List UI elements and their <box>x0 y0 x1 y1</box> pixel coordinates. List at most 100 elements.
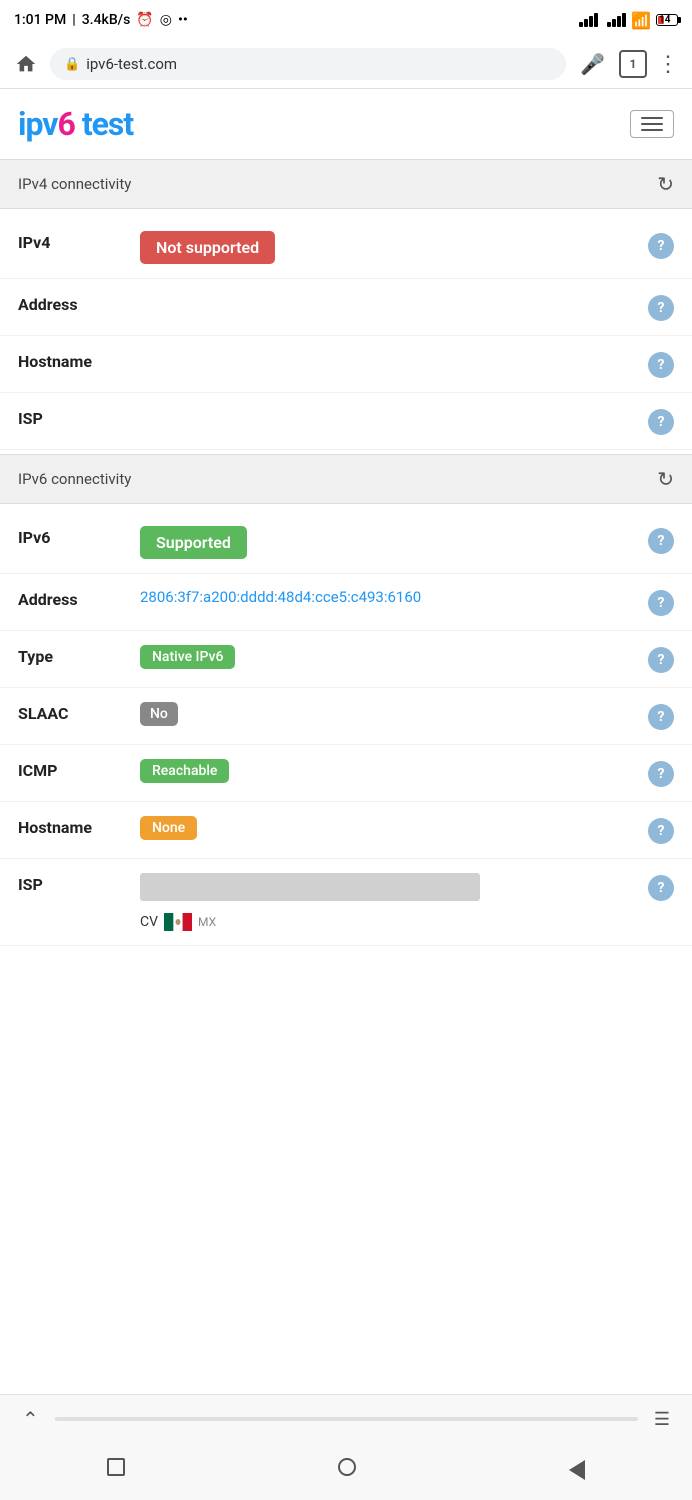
tab-count: 1 <box>630 57 637 71</box>
ipv4-isp-help-icon[interactable]: ? <box>648 409 674 435</box>
ipv6-hostname-row: Hostname None ? <box>0 802 692 859</box>
status-left: 1:01 PM | 3.4kB/s ⏰ ◎ •• <box>14 12 188 28</box>
country-code: CV <box>140 914 158 930</box>
page-content: ipv6 test IPv4 connectivity ↻ IPv4 Not s… <box>0 89 692 1050</box>
ipv6-isp-row: ISP CV MX ? <box>0 859 692 946</box>
status-bar: 1:01 PM | 3.4kB/s ⏰ ◎ •• 📶 14 <box>0 0 692 40</box>
ipv6-address-help-icon[interactable]: ? <box>648 590 674 616</box>
ipv6-slaac-value: No <box>140 702 636 726</box>
recent-apps-button[interactable] <box>87 1453 145 1486</box>
hamburger-menu-button[interactable] <box>630 110 674 138</box>
slaac-no-badge: No <box>140 702 178 726</box>
ipv6-icmp-value: Reachable <box>140 759 636 783</box>
ipv4-info-section: IPv4 Not supported ? Address ? Hostname … <box>0 209 692 454</box>
ipv6-slaac-label: SLAAC <box>18 702 128 723</box>
wifi-icon: 📶 <box>631 11 651 30</box>
ipv6-section-title: IPv6 connectivity <box>18 470 131 488</box>
ipv4-refresh-button[interactable]: ↻ <box>657 172 674 196</box>
logo-test: test <box>75 105 133 143</box>
ipv6-slaac-row: SLAAC No ? <box>0 688 692 745</box>
native-ipv6-badge: Native IPv6 <box>140 645 235 669</box>
battery-indicator: 14 <box>656 14 678 26</box>
logo-6: 6 <box>58 105 75 143</box>
ipv4-label: IPv4 <box>18 231 128 252</box>
bar4 <box>594 13 598 27</box>
browser-bottom-controls: ⌃ ☰ <box>0 1395 692 1443</box>
bar8 <box>622 13 626 27</box>
battery-tip <box>678 17 681 23</box>
circle-icon <box>338 1458 356 1476</box>
bottom-bar: ⌃ ☰ <box>0 1394 692 1500</box>
ipv4-address-help-icon[interactable]: ? <box>648 295 674 321</box>
ipv6-refresh-button[interactable]: ↻ <box>657 467 674 491</box>
ipv6-type-help-icon[interactable]: ? <box>648 647 674 673</box>
ipv6-address-value: 2806:3f7:a200:dddd:48d4:cce5:c493:6160 <box>140 588 636 606</box>
ipv6-label: IPv6 <box>18 526 128 547</box>
ham-line-1 <box>641 117 663 119</box>
browser-chrome: 🔒 ipv6-test.com 🎤 1 ⋮ <box>0 40 692 89</box>
ipv6-isp-label: ISP <box>18 873 128 894</box>
ipv4-hostname-help-icon[interactable]: ? <box>648 352 674 378</box>
ipv6-slaac-help-icon[interactable]: ? <box>648 704 674 730</box>
ipv6-section-header: IPv6 connectivity ↻ <box>0 454 692 504</box>
scroll-progress-bar <box>55 1417 638 1421</box>
ipv4-isp-label: ISP <box>18 407 128 428</box>
ipv4-help-icon[interactable]: ? <box>648 233 674 259</box>
back-triangle-icon <box>569 1460 585 1480</box>
url-bar[interactable]: 🔒 ipv6-test.com <box>50 48 566 80</box>
dots-icon: •• <box>178 12 188 28</box>
country-label: MX <box>198 915 216 929</box>
bar3 <box>589 16 593 27</box>
ipv6-hostname-label: Hostname <box>18 816 128 837</box>
list-view-button[interactable]: ☰ <box>646 1405 678 1434</box>
ipv6-hostname-value: None <box>140 816 636 840</box>
ipv4-section-title: IPv4 connectivity <box>18 175 131 193</box>
bar2 <box>584 19 588 27</box>
ipv6-value: Supported <box>140 526 636 559</box>
scroll-up-button[interactable]: ⌃ <box>14 1403 47 1435</box>
signal-bars-1 <box>579 13 598 27</box>
ipv6-icmp-label: ICMP <box>18 759 128 780</box>
ipv6-type-value: Native IPv6 <box>140 645 636 669</box>
time-text: 1:01 PM <box>14 12 66 28</box>
bottom-spacer <box>0 950 692 1050</box>
ipv6-hostname-help-icon[interactable]: ? <box>648 818 674 844</box>
bar1 <box>579 22 583 27</box>
ham-line-3 <box>641 129 663 131</box>
browser-menu-button[interactable]: ⋮ <box>657 52 680 77</box>
ipv6-info-section: IPv6 Supported ? Address 2806:3f7:a200:d… <box>0 504 692 950</box>
ipv4-hostname-label: Hostname <box>18 350 128 371</box>
microphone-button[interactable]: 🎤 <box>576 48 609 80</box>
ipv6-isp-value: CV MX <box>140 873 636 931</box>
reachable-badge: Reachable <box>140 759 229 783</box>
mexico-flag-icon <box>164 913 192 931</box>
status-right: 📶 14 <box>579 11 678 30</box>
ipv4-address-label: Address <box>18 293 128 314</box>
ham-line-2 <box>641 123 663 125</box>
ipv6-status-row: IPv6 Supported ? <box>0 512 692 574</box>
lock-icon: 🔒 <box>64 57 80 72</box>
home-button[interactable] <box>12 50 40 78</box>
tab-switcher-button[interactable]: 1 <box>619 50 647 78</box>
ipv6-address-label: Address <box>18 588 128 609</box>
ipv6-icmp-help-icon[interactable]: ? <box>648 761 674 787</box>
android-nav-bar <box>0 1443 692 1500</box>
not-supported-badge: Not supported <box>140 231 275 264</box>
network-speed: | <box>72 12 75 28</box>
site-header: ipv6 test <box>0 89 692 159</box>
signal-bars-2 <box>607 13 626 27</box>
ipv6-isp-help-icon[interactable]: ? <box>648 875 674 901</box>
back-nav-button[interactable] <box>549 1456 605 1484</box>
square-icon <box>107 1458 125 1476</box>
ipv4-section-header: IPv4 connectivity ↻ <box>0 159 692 209</box>
site-logo: ipv6 test <box>18 105 133 143</box>
ipv4-address-row: Address ? <box>0 279 692 336</box>
bar7 <box>617 16 621 27</box>
ipv6-help-icon[interactable]: ? <box>648 528 674 554</box>
home-nav-button[interactable] <box>318 1453 376 1486</box>
isp-flag-row: CV MX <box>140 913 216 931</box>
alarm-icon: ⏰ <box>136 12 153 28</box>
none-badge: None <box>140 816 197 840</box>
ipv6-type-label: Type <box>18 645 128 666</box>
supported-badge: Supported <box>140 526 247 559</box>
